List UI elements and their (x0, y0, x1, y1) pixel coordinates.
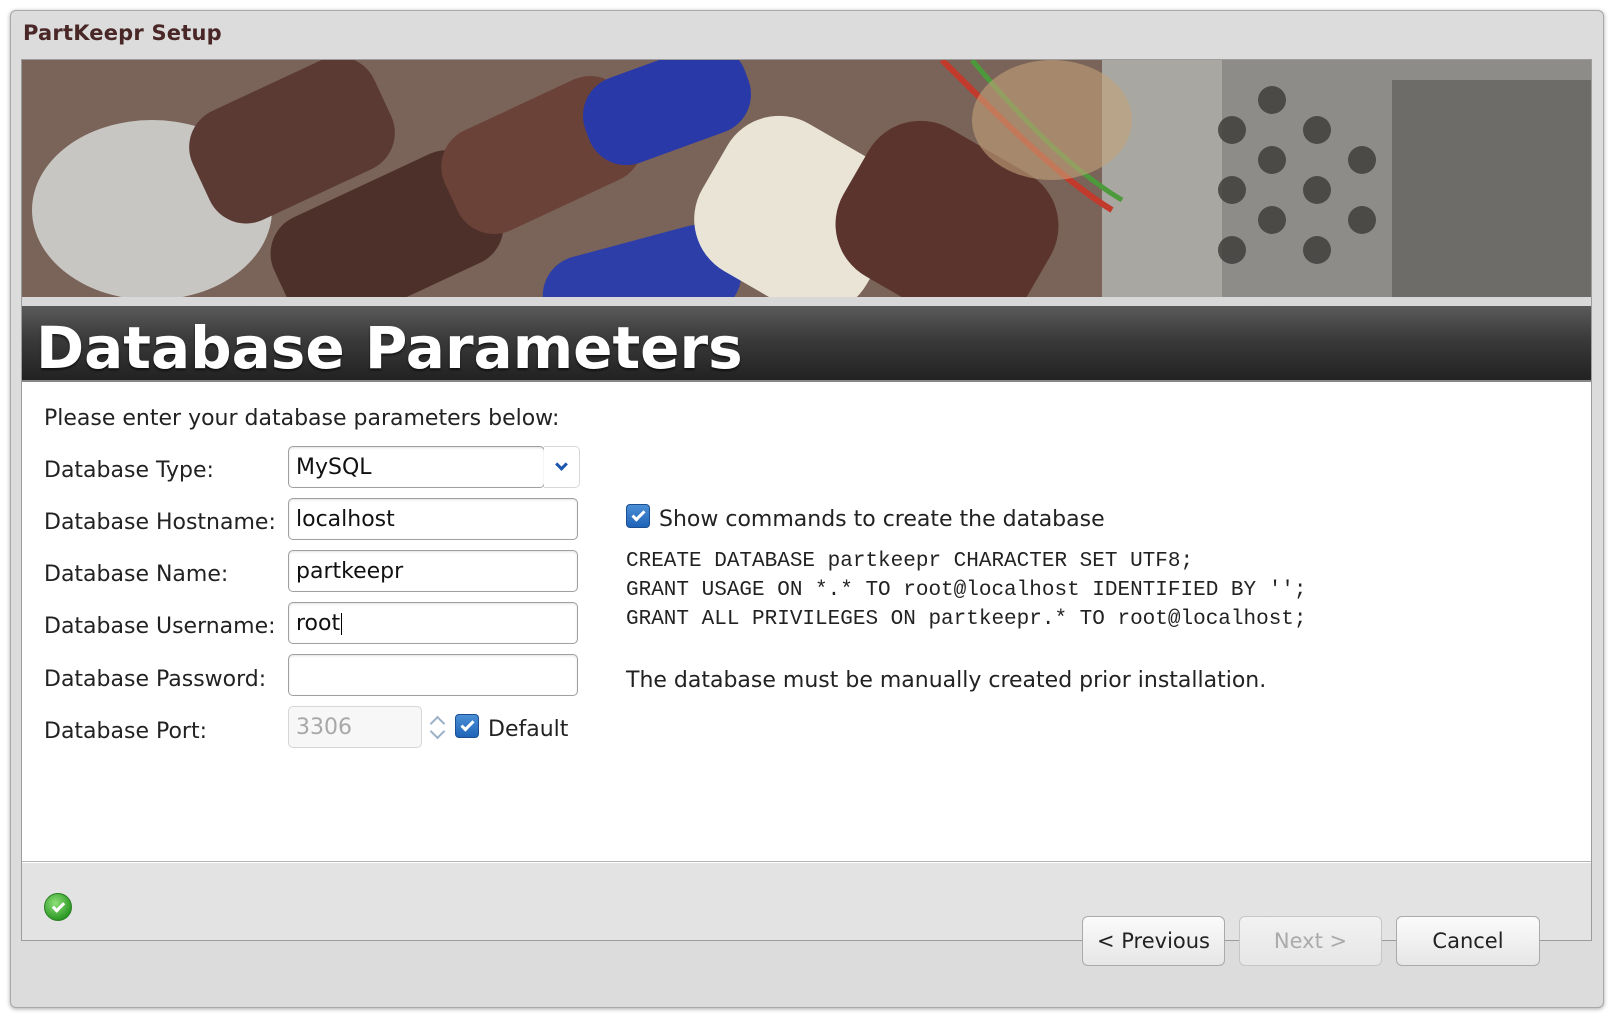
page-title: Database Parameters (36, 314, 743, 382)
chevron-down-icon (555, 457, 568, 471)
checkmark-icon (459, 716, 475, 732)
banner-image (22, 60, 1591, 297)
check-circle-icon (44, 893, 72, 921)
database-hostname-value: localhost (296, 507, 395, 532)
database-type-dropdown-button[interactable] (544, 446, 580, 488)
manual-creation-note: The database must be manually created pr… (626, 668, 1267, 693)
database-name-input[interactable]: partkeepr (288, 550, 578, 592)
spinner-arrows-icon[interactable] (428, 706, 448, 748)
database-password-input[interactable] (288, 654, 578, 696)
database-port-value: 3306 (296, 715, 352, 740)
setup-window: PartKeepr Setup Database Parameters Plea… (10, 10, 1604, 1008)
previous-button[interactable]: < Previous (1082, 916, 1225, 966)
database-hostname-input[interactable]: localhost (288, 498, 578, 540)
database-username-value: root (296, 611, 341, 636)
database-hostname-label: Database Hostname: (44, 510, 276, 535)
database-type-value: MySQL (296, 455, 372, 480)
sql-line: CREATE DATABASE partkeepr CHARACTER SET … (626, 550, 1194, 573)
sql-line: GRANT USAGE ON *.* TO root@localhost IDE… (626, 579, 1307, 602)
sql-commands: CREATE DATABASE partkeepr CHARACTER SET … (626, 550, 1307, 637)
form-area: Please enter your database parameters be… (22, 384, 1591, 862)
text-cursor (341, 613, 343, 635)
database-port-input[interactable]: 3306 (288, 706, 422, 748)
wizard-panel: Database Parameters Please enter your da… (21, 59, 1592, 941)
port-default-label: Default (488, 717, 569, 742)
cancel-button[interactable]: Cancel (1396, 916, 1540, 966)
database-username-input[interactable]: root (288, 602, 578, 644)
checkmark-icon (51, 898, 65, 913)
banner-divider (22, 297, 1591, 306)
database-username-label: Database Username: (44, 614, 276, 639)
database-type-label: Database Type: (44, 458, 214, 483)
database-name-label: Database Name: (44, 562, 229, 587)
show-commands-label: Show commands to create the database (659, 507, 1105, 532)
checkmark-icon (630, 506, 646, 522)
port-default-checkbox[interactable] (455, 714, 479, 738)
show-commands-checkbox[interactable] (626, 504, 650, 528)
sql-line: GRANT ALL PRIVILEGES ON partkeepr.* TO r… (626, 608, 1307, 631)
window-title: PartKeepr Setup (23, 21, 222, 45)
next-button[interactable]: Next > (1239, 916, 1382, 966)
database-type-select[interactable]: MySQL (288, 446, 545, 488)
intro-text: Please enter your database parameters be… (44, 406, 560, 431)
database-port-label: Database Port: (44, 719, 207, 744)
database-name-value: partkeepr (296, 559, 404, 584)
page-header: Database Parameters (22, 306, 1591, 382)
database-password-label: Database Password: (44, 667, 267, 692)
